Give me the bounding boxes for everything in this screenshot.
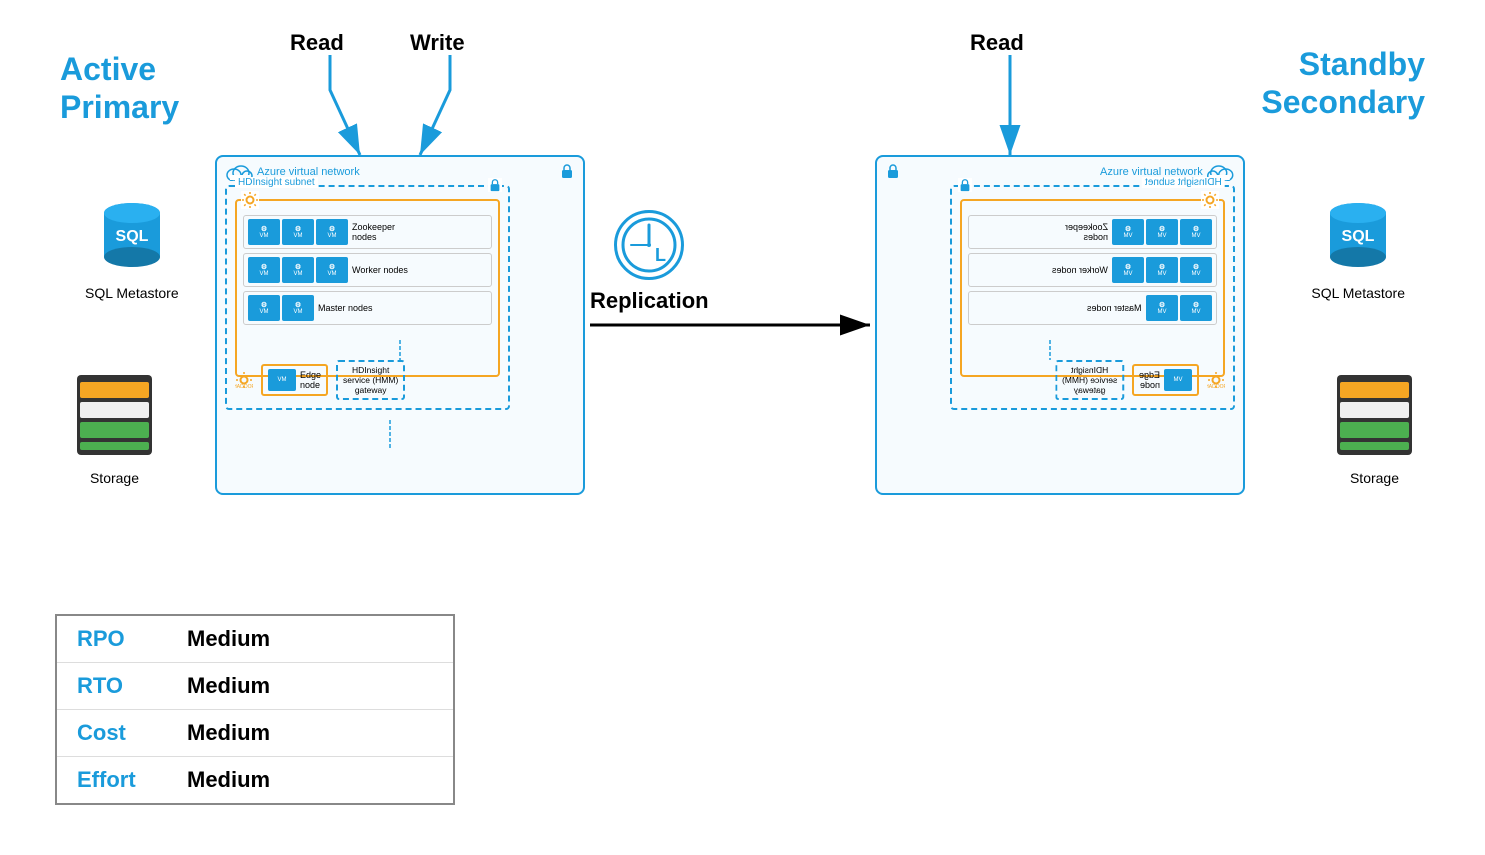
sql-icon-left: SQL [92,195,172,275]
worker-nodes-label-right: Worker nodes [1052,265,1108,275]
replication-clock: L [614,210,684,280]
master-nodes-label-left: Master nodes [318,303,373,313]
worker-nodes-label-left: Worker nodes [352,265,408,275]
edge-node-label-right: Edgenode [1139,370,1160,390]
clock-svg: L [619,215,679,275]
edge-node-label-left: Edgenode [300,370,321,390]
metrics-val-rpo: Medium [187,626,270,652]
active-primary-label: ActivePrimary [60,50,179,127]
metrics-key-rto: RTO [77,673,157,699]
metrics-key-rpo: RPO [77,626,157,652]
hadoop-icon-left: HADOOP [235,371,253,389]
storage-right: Storage [1332,370,1417,486]
hdinsight-subnet-left-label: HDInsight subnet [235,177,318,188]
sql-metastore-right: SQL SQL Metastore [1311,195,1405,301]
metrics-table: RPO Medium RTO Medium Cost Medium Effort… [55,614,455,805]
metrics-val-cost: Medium [187,720,270,746]
zookeeper-label-right: Zookeepernodes [1065,222,1108,242]
sql-metastore-right-label: SQL Metastore [1311,285,1405,301]
svg-text:SQL: SQL [1342,228,1375,245]
metrics-val-effort: Medium [187,767,270,793]
hdinsight-subnet-right-label: HDInsight subnet [1142,177,1225,188]
metrics-row-cost: Cost Medium [57,710,453,757]
lock-icon-left [559,163,575,179]
lock-icon-right [885,163,901,179]
svg-text:HADOOP: HADOOP [1207,384,1225,389]
svg-text:HADOOP: HADOOP [235,384,253,389]
metrics-key-effort: Effort [77,767,157,793]
hadoop-icon-right: HADOOP [1207,371,1225,389]
hdinsight-service-label-left: HDInsightservice (HMM)gateway [336,360,405,400]
storage-icon-left [72,370,157,460]
azure-vnet-left: Azure virtual network HDInsight subnet [215,155,585,495]
replication-label: Replication [590,288,709,314]
azure-vnet-right: Azure virtual network HDInsight subnet [875,155,1245,495]
storage-icon-right [1332,370,1417,460]
svg-text:L: L [655,245,666,265]
storage-right-label: Storage [1332,470,1417,486]
write-label-left: Write [410,30,465,56]
main-container: ActivePrimary StandbySecondary Read Writ… [0,0,1485,855]
metrics-row-rto: RTO Medium [57,663,453,710]
metrics-val-rto: Medium [187,673,270,699]
metrics-row-effort: Effort Medium [57,757,453,803]
storage-left-label: Storage [72,470,157,486]
gear-icon-cluster-left [241,191,259,209]
zookeeper-label-left: Zookeepernodes [352,222,395,242]
lock-icon-subnet-left [488,178,502,192]
metrics-row-rpo: RPO Medium [57,616,453,663]
read-label-right: Read [970,30,1024,56]
svg-text:SQL: SQL [115,228,148,245]
lock-icon-subnet-right [958,178,972,192]
sql-metastore-left: SQL SQL Metastore [85,195,179,301]
storage-left: Storage [72,370,157,486]
standby-secondary-label: StandbySecondary [1261,45,1425,122]
sql-icon-right: SQL [1318,195,1398,275]
replication-area: L Replication [590,210,709,314]
hdinsight-service-label-right: HDInsightservice (HMM)gateway [1055,360,1124,400]
sql-metastore-left-label: SQL Metastore [85,285,179,301]
metrics-key-cost: Cost [77,720,157,746]
master-nodes-label-right: Master nodes [1087,303,1142,313]
gear-icon-cluster-right [1201,191,1219,209]
read-label-left: Read [290,30,344,56]
